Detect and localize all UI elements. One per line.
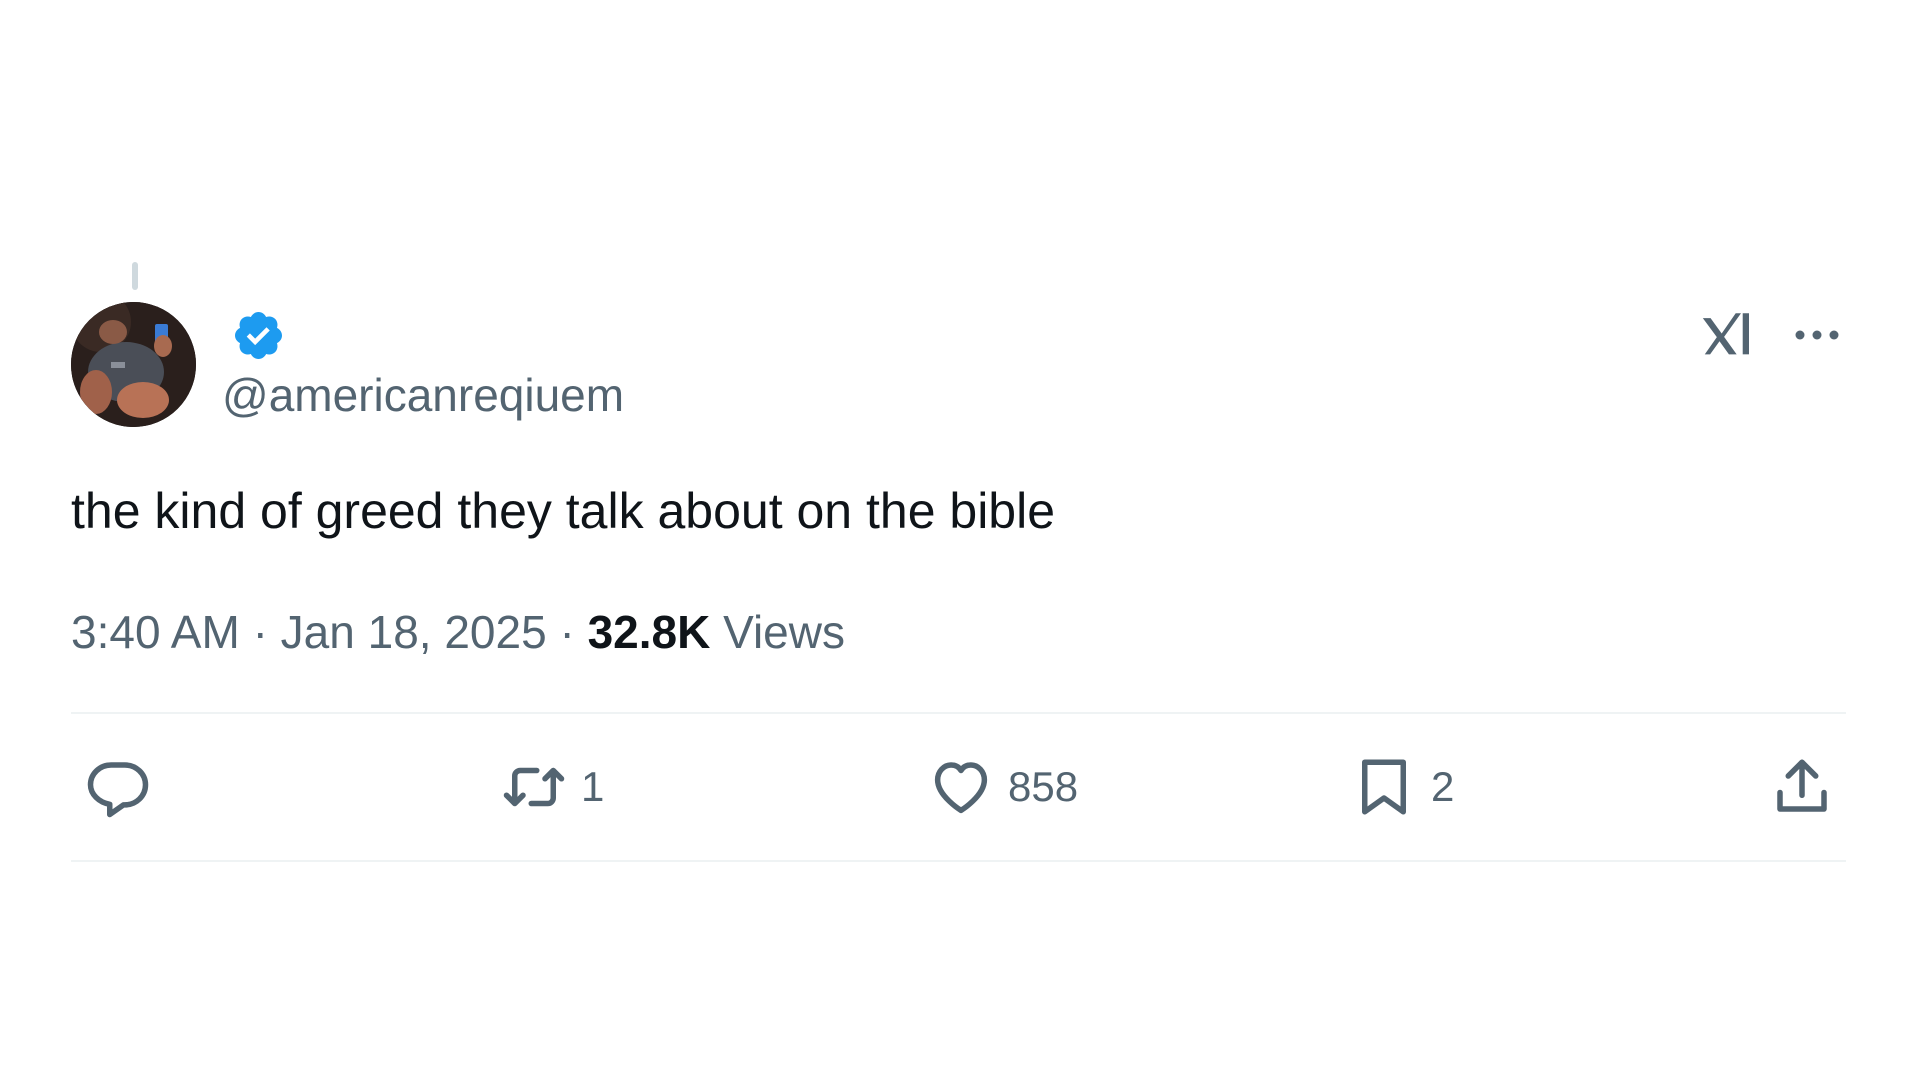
more-icon[interactable] (1788, 306, 1846, 364)
reply-button[interactable] (85, 728, 165, 846)
bookmark-button[interactable]: 2 (1351, 728, 1454, 846)
views-label: Views (723, 606, 845, 658)
share-button[interactable] (1769, 728, 1849, 846)
x-logo-icon[interactable] (1698, 306, 1756, 364)
verified-badge-icon (235, 312, 282, 359)
retweet-icon (503, 767, 565, 807)
retweet-button[interactable]: 1 (501, 728, 604, 846)
tweet-text: the kind of greed they talk about on the… (71, 483, 1056, 539)
views-count: 32.8K (587, 606, 711, 658)
heart-icon (934, 762, 988, 814)
avatar[interactable] (71, 302, 196, 427)
action-bar: 1 858 2 (71, 728, 1846, 846)
tweet-time[interactable]: 3:40 AM (71, 606, 240, 658)
meta-separator: · (252, 606, 268, 658)
meta-separator: · (559, 606, 575, 658)
like-count: 858 (1008, 763, 1079, 810)
tweet-card[interactable]: @americanreqiuem the kind of greed they … (71, 258, 1846, 890)
divider (71, 712, 1846, 714)
like-button[interactable]: 858 (928, 728, 1078, 846)
bookmark-icon (1362, 759, 1406, 815)
tweet-meta: 3:40 AM · Jan 18, 2025 · 32.8K Views (71, 605, 845, 659)
user-handle[interactable]: @americanreqiuem (222, 368, 624, 422)
divider (71, 860, 1846, 862)
share-icon (1777, 759, 1827, 812)
bookmark-count: 2 (1431, 763, 1455, 810)
thread-connector-line (132, 262, 138, 290)
tweet-date[interactable]: Jan 18, 2025 (281, 606, 547, 658)
retweet-count: 1 (581, 763, 605, 810)
reply-icon (87, 762, 149, 818)
